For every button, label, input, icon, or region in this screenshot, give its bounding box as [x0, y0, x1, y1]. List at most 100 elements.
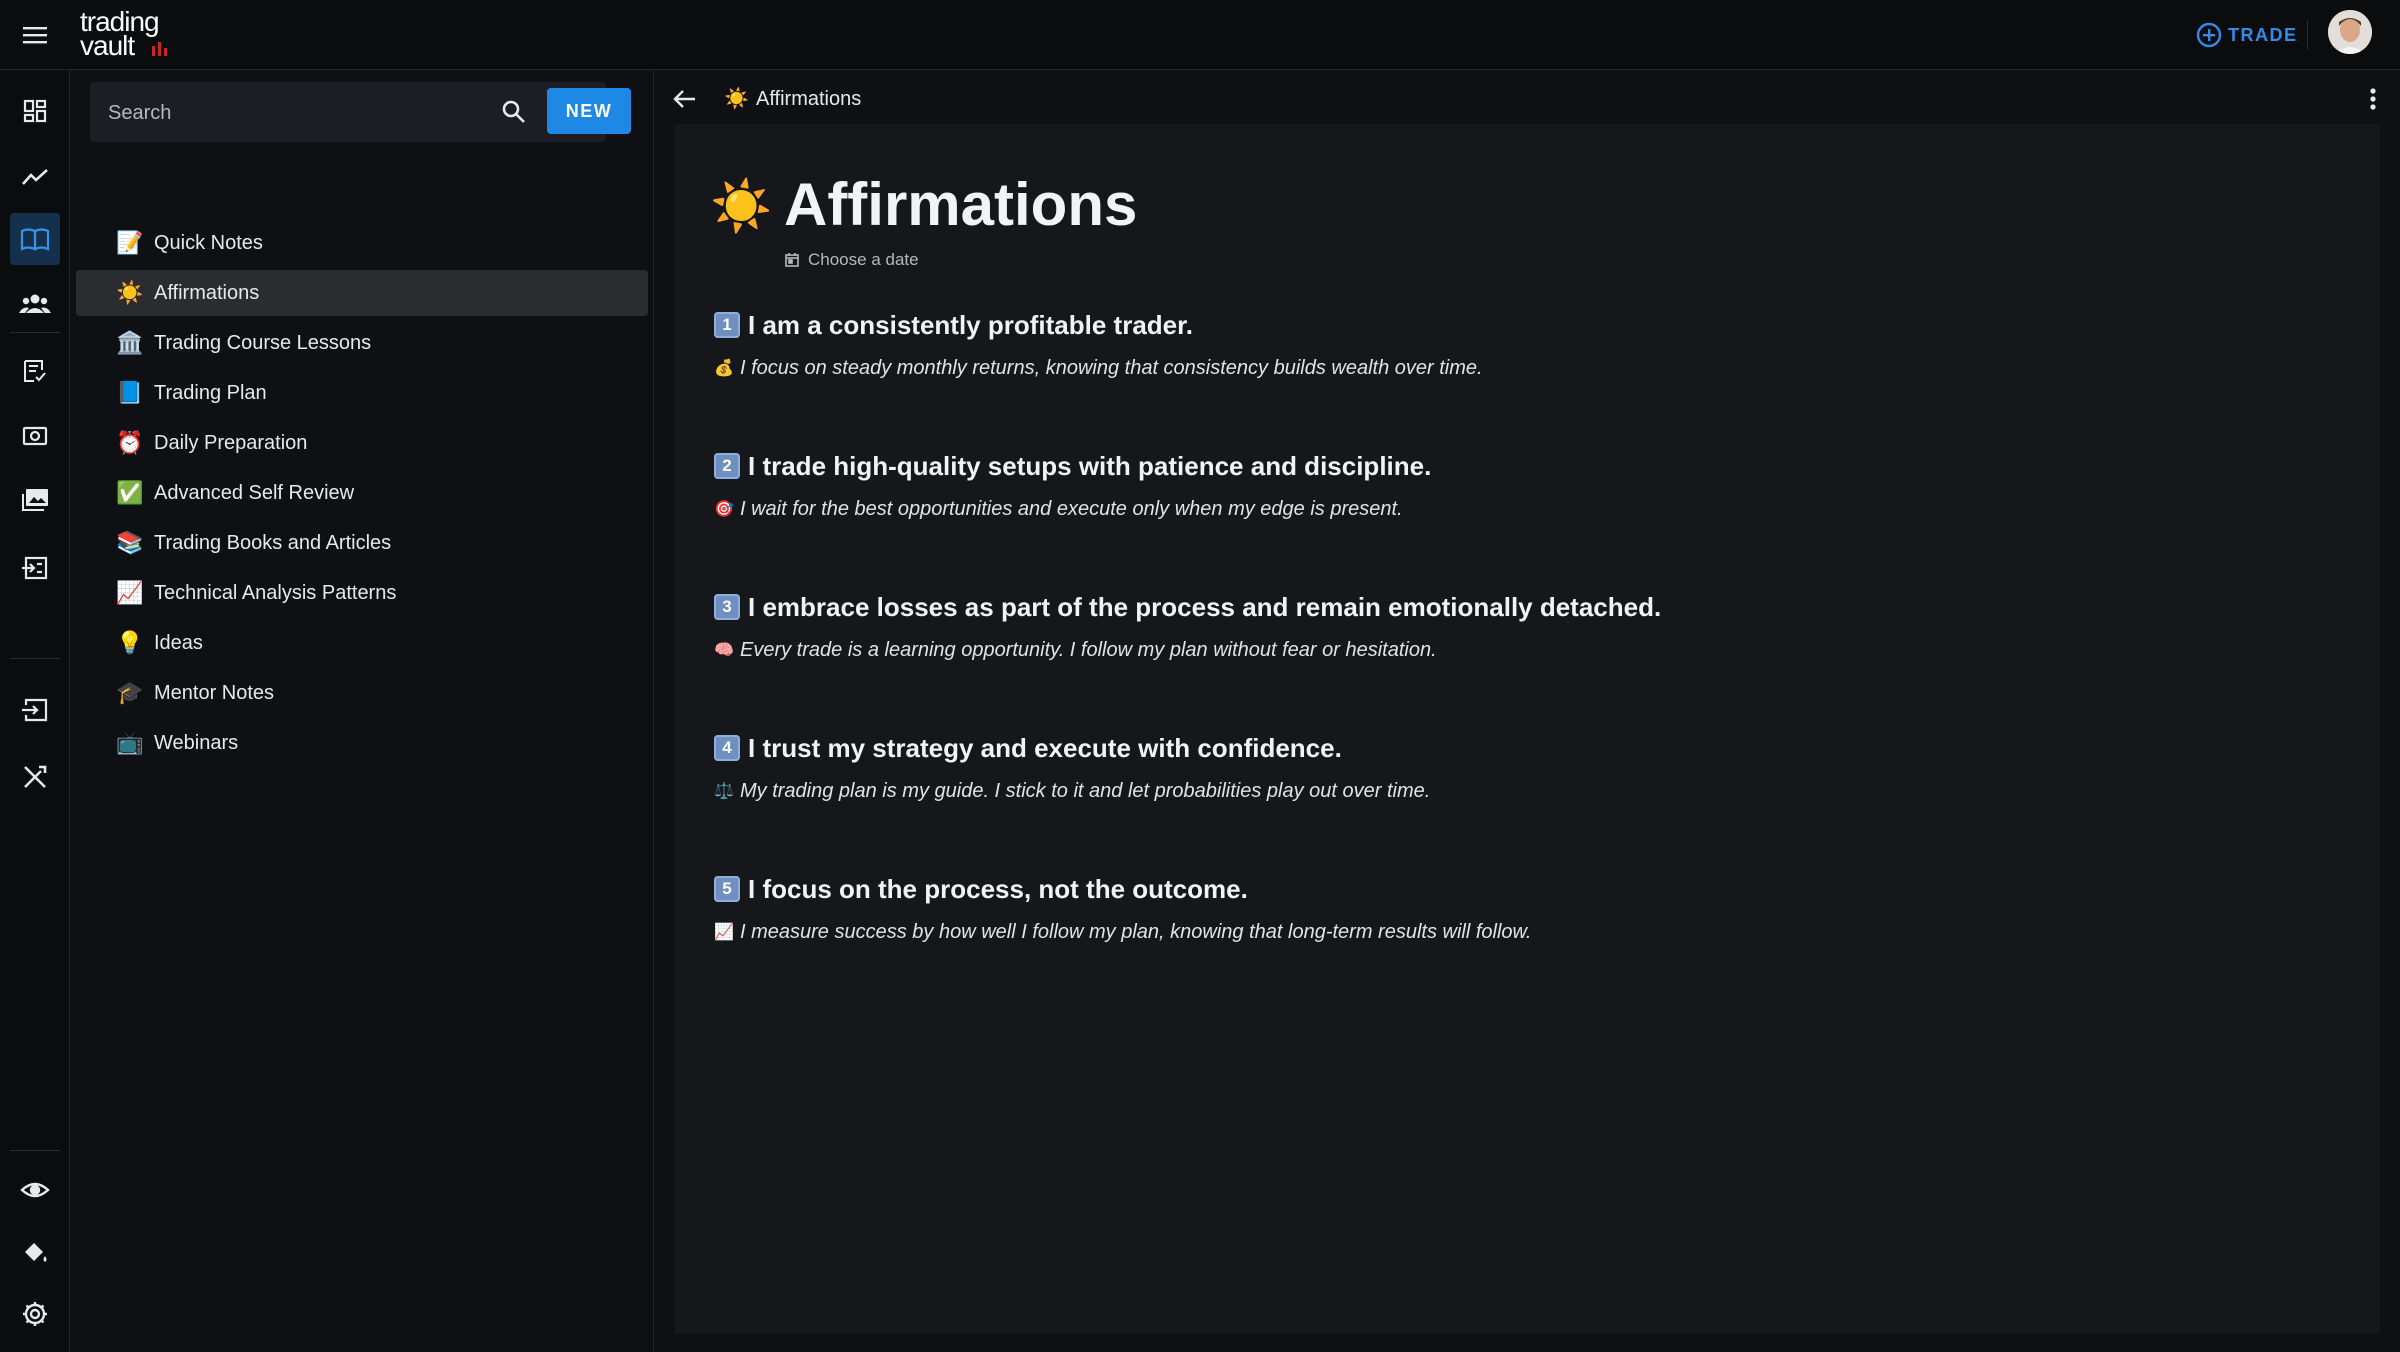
- keycap-number-icon: 3: [714, 594, 740, 620]
- chart-increasing-icon: 📈: [714, 924, 734, 941]
- target-icon: 🎯: [714, 501, 734, 518]
- money-bag-icon: 💰: [714, 360, 734, 377]
- menu-icon[interactable]: [20, 20, 50, 50]
- calendar-icon: [785, 253, 799, 267]
- affirmation-block: 4 I trust my strategy and execute with c…: [714, 730, 2314, 804]
- television-icon: 📺: [116, 730, 144, 755]
- avatar[interactable]: [2328, 10, 2372, 54]
- affirmation-block: 5 I focus on the process, not the outcom…: [714, 871, 2314, 945]
- new-note-button[interactable]: NEW: [547, 88, 631, 134]
- paint-bucket-icon[interactable]: [10, 1226, 60, 1278]
- more-vert-icon[interactable]: [2358, 84, 2388, 114]
- note-label: Advanced Self Review: [154, 481, 355, 504]
- icon-rail: [0, 70, 70, 1352]
- date-label: Choose a date: [808, 250, 919, 269]
- dashboard-icon[interactable]: [10, 85, 60, 137]
- note-item-trading-books-and-articles[interactable]: 📚 Trading Books and Articles: [76, 520, 648, 566]
- note-item-technical-analysis-patterns[interactable]: 📈 Technical Analysis Patterns: [76, 570, 648, 616]
- note-item-trading-course-lessons[interactable]: 🏛️ Trading Course Lessons: [76, 320, 648, 366]
- affirmation-title: I trust my strategy and execute with con…: [748, 732, 1342, 763]
- search-input[interactable]: [106, 82, 500, 144]
- search-icon[interactable]: [500, 98, 528, 126]
- tools-icon[interactable]: [10, 751, 60, 803]
- note-item-webinars[interactable]: 📺 Webinars: [76, 720, 648, 766]
- affirmation-text: I wait for the best opportunities and ex…: [740, 497, 1403, 520]
- login-icon[interactable]: [10, 684, 60, 736]
- sun-icon: ☀️: [116, 280, 144, 305]
- affirmation-block: 3 I embrace losses as part of the proces…: [714, 589, 2314, 663]
- graduation-cap-icon: 🎓: [116, 680, 144, 705]
- breadcrumb-title: Affirmations: [756, 88, 862, 110]
- rail-divider: [10, 658, 60, 659]
- light-bulb-icon: 💡: [116, 630, 144, 655]
- trade-button[interactable]: TRADE: [2196, 18, 2298, 52]
- camera-icon[interactable]: [10, 410, 60, 462]
- note-item-quick-notes[interactable]: 📝 Quick Notes: [76, 220, 648, 266]
- trend-icon[interactable]: [10, 151, 60, 203]
- page-sun-icon: ☀️: [710, 178, 773, 234]
- affirmation-text: I focus on steady monthly returns, knowi…: [740, 356, 1483, 379]
- affirmation-text: Every trade is a learning opportunity. I…: [740, 638, 1437, 661]
- note-item-trading-plan[interactable]: 📘 Trading Plan: [76, 370, 648, 416]
- gear-icon[interactable]: [10, 1288, 60, 1340]
- affirmation-title: I focus on the process, not the outcome.: [748, 873, 1248, 904]
- rail-divider: [10, 1150, 60, 1151]
- top-bar: trading vault TRADE: [0, 0, 2400, 70]
- note-label: Mentor Notes: [154, 681, 275, 704]
- keycap-number-icon: 5: [714, 876, 740, 902]
- note-label: Trading Books and Articles: [154, 531, 392, 554]
- keycap-number-icon: 2: [714, 453, 740, 479]
- affirmation-title: I trade high-quality setups with patienc…: [748, 450, 1432, 481]
- note-label: Technical Analysis Patterns: [154, 581, 397, 604]
- note-item-mentor-notes[interactable]: 🎓 Mentor Notes: [76, 670, 648, 716]
- chart-increasing-icon: 📈: [116, 580, 144, 605]
- affirmation-title: I am a consistently profitable trader.: [748, 309, 1194, 340]
- balance-scale-icon: ⚖️: [714, 783, 734, 800]
- logo-candles-icon: [152, 42, 167, 56]
- app-logo[interactable]: trading vault: [80, 6, 180, 64]
- note-item-advanced-self-review[interactable]: ✅ Advanced Self Review: [76, 470, 648, 516]
- note-item-ideas[interactable]: 💡 Ideas: [76, 620, 648, 666]
- gallery-icon[interactable]: [10, 474, 60, 526]
- keycap-number-icon: 4: [714, 735, 740, 761]
- affirmation-block: 1 I am a consistently profitable trader.…: [714, 307, 2314, 381]
- affirmation-title: I embrace losses as part of the process …: [748, 591, 1662, 622]
- affirmation-text: I measure success by how well I follow m…: [740, 920, 1532, 943]
- note-item-daily-preparation[interactable]: ⏰ Daily Preparation: [76, 420, 648, 466]
- check-mark-icon: ✅: [116, 480, 144, 505]
- affirmation-block: 2 I trade high-quality setups with patie…: [714, 448, 2314, 522]
- import-icon[interactable]: [10, 542, 60, 594]
- trade-label: TRADE: [2228, 24, 2298, 45]
- blue-book-icon: 📘: [116, 380, 144, 405]
- classical-building-icon: 🏛️: [116, 330, 144, 355]
- note-label: Quick Notes: [154, 231, 263, 254]
- checklist-icon[interactable]: [10, 345, 60, 397]
- note-item-affirmations[interactable]: ☀️ Affirmations: [76, 270, 648, 316]
- groups-icon[interactable]: [10, 278, 60, 330]
- memo-icon: 📝: [116, 230, 144, 255]
- alarm-clock-icon: ⏰: [116, 430, 144, 455]
- note-label: Trading Course Lessons: [154, 331, 372, 354]
- page-title[interactable]: Affirmations: [784, 170, 1137, 240]
- date-picker[interactable]: Choose a date: [784, 248, 919, 272]
- note-editor[interactable]: ☀️ Affirmations Choose a date 1 I am a c…: [674, 124, 2380, 1334]
- notes-sidebar: NEW 📝 Quick Notes ☀️ Affirmations 🏛️ Tra…: [70, 70, 654, 1352]
- keycap-number-icon: 1: [714, 312, 740, 338]
- top-divider: [2307, 20, 2308, 50]
- note-label: Daily Preparation: [154, 431, 308, 454]
- search-box: [90, 82, 606, 144]
- eye-icon[interactable]: [10, 1164, 60, 1216]
- back-arrow-icon[interactable]: [670, 84, 700, 114]
- plus-circle-icon: [2196, 22, 2222, 48]
- books-icon: 📚: [116, 530, 144, 555]
- main-pane: ☀️ Affirmations ☀️ Affirmations Choose a…: [654, 70, 2400, 1352]
- brain-icon: 🧠: [714, 642, 734, 659]
- note-label: Webinars: [154, 731, 239, 754]
- affirmation-text: My trading plan is my guide. I stick to …: [740, 779, 1431, 802]
- note-label: Ideas: [154, 631, 203, 654]
- note-label: Trading Plan: [154, 381, 267, 404]
- book-icon[interactable]: [10, 213, 60, 265]
- note-label: Affirmations: [154, 281, 260, 304]
- rail-divider: [10, 332, 60, 333]
- breadcrumb-sun-icon: ☀️: [724, 88, 749, 110]
